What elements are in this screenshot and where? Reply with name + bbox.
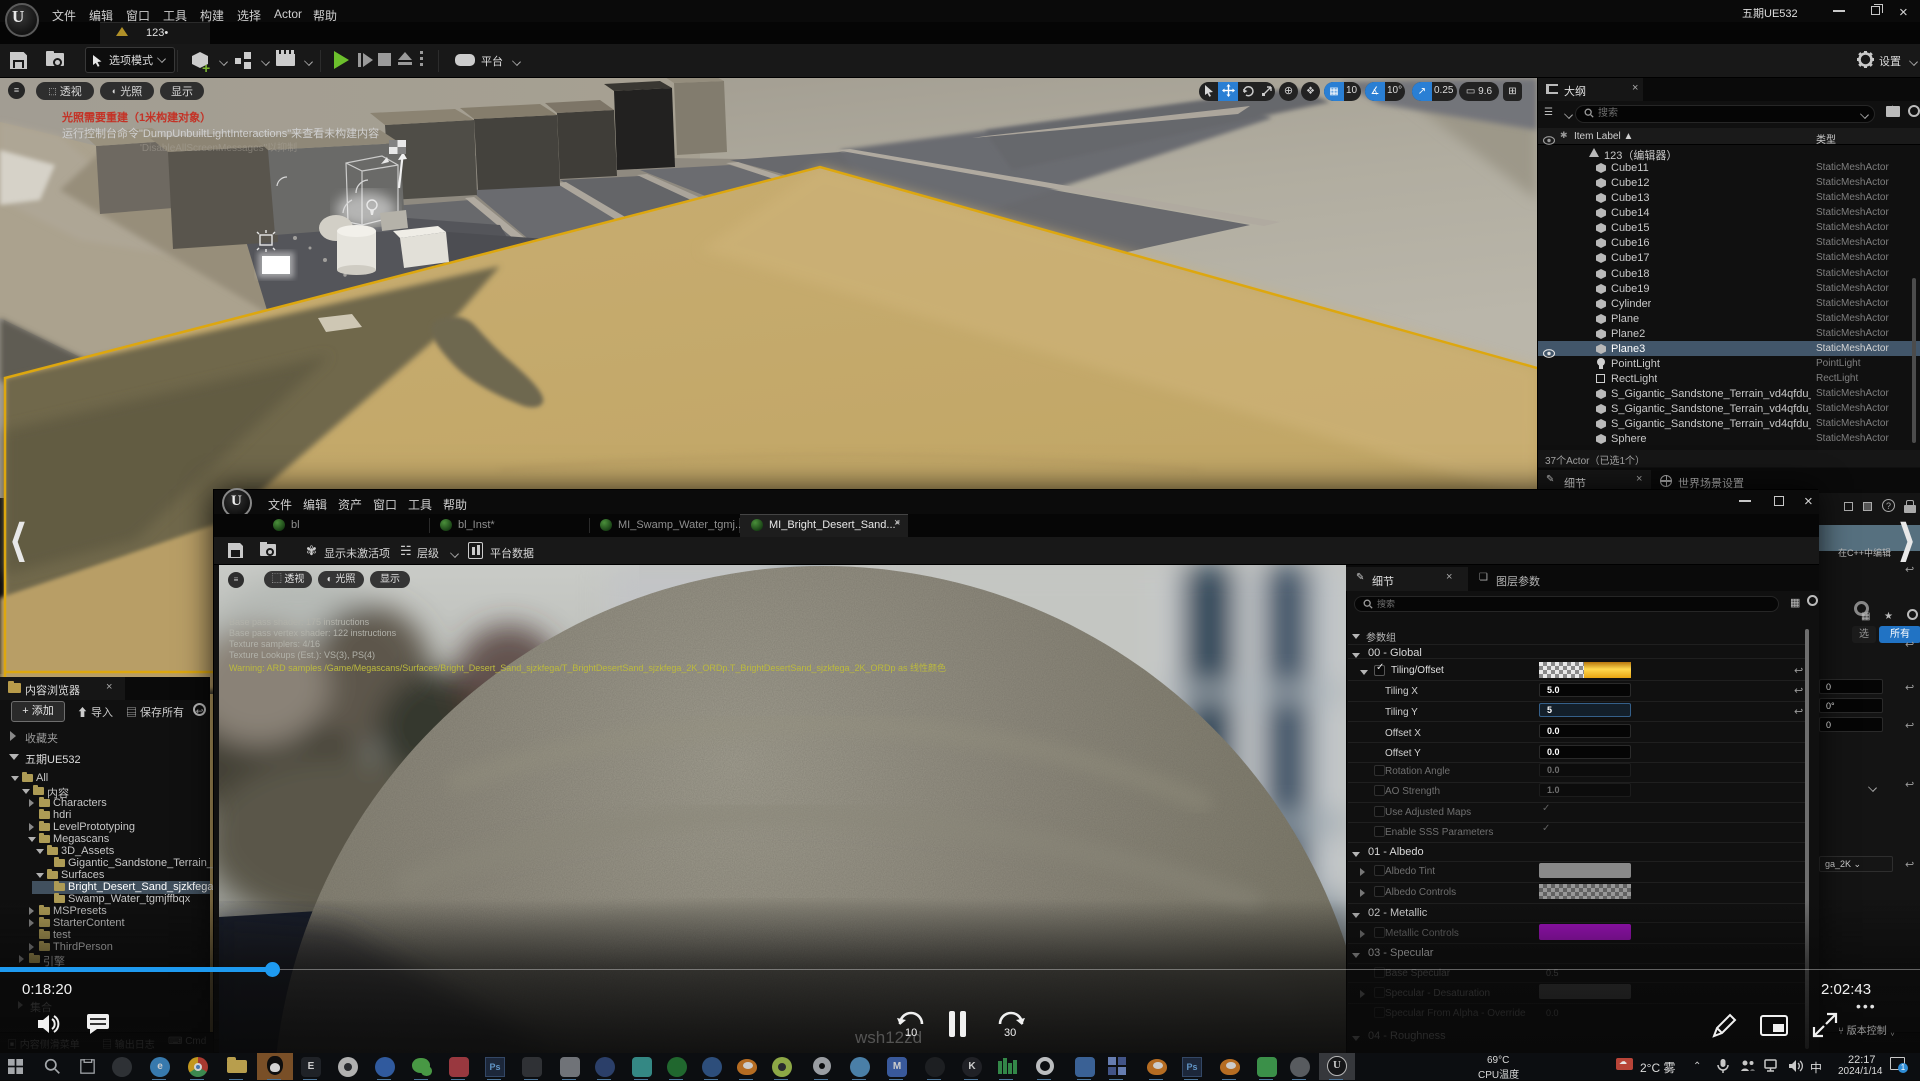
svg-text:10: 10 bbox=[905, 1027, 917, 1039]
svg-text:30: 30 bbox=[1004, 1027, 1016, 1039]
